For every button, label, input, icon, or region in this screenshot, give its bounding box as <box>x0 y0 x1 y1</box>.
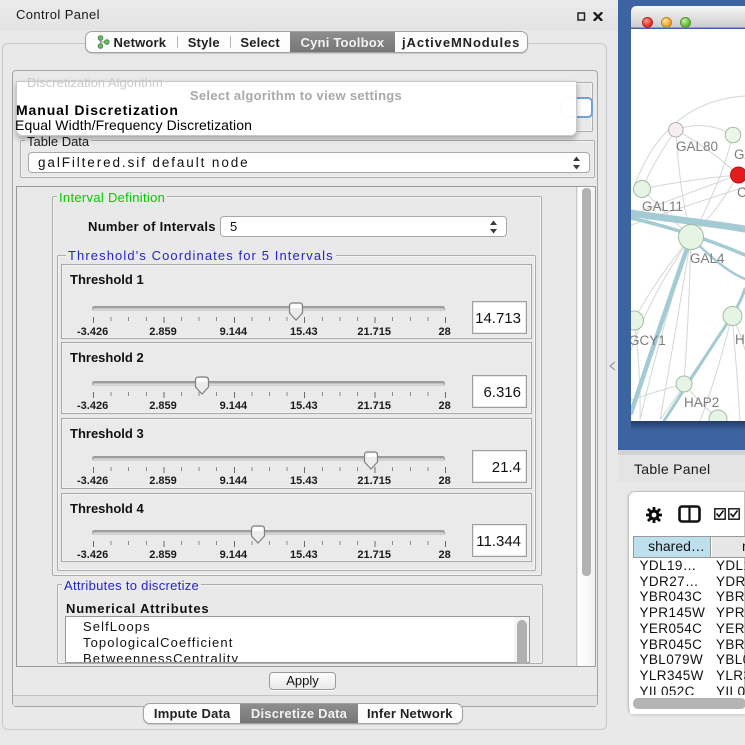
svg-text:GA: GA <box>734 147 745 162</box>
svg-text:HAP2: HAP2 <box>684 395 719 410</box>
svg-text:GAL4: GAL4 <box>690 251 725 266</box>
svg-text:GAL80: GAL80 <box>676 139 718 154</box>
svg-text:GCY1: GCY1 <box>631 333 666 348</box>
svg-text:C: C <box>737 185 745 200</box>
svg-text:H: H <box>735 332 745 347</box>
svg-text:GAL11: GAL11 <box>642 199 683 214</box>
